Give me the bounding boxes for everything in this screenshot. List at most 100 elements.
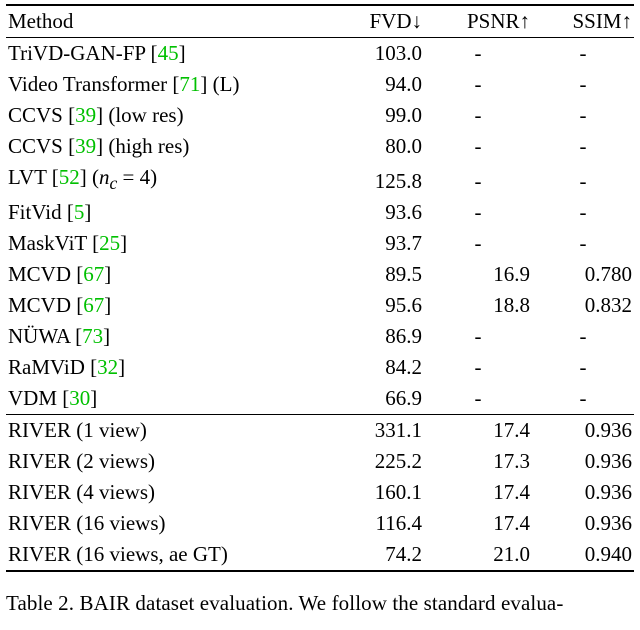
caption-lead: Table 2. xyxy=(6,591,74,615)
method-cell: CCVS [39] (low res) xyxy=(6,100,316,131)
citation-link[interactable]: 5 xyxy=(74,200,85,224)
table-row: RIVER (16 views, ae GT)74.221.00.940 xyxy=(6,539,634,570)
table-cell: 125.8 xyxy=(316,162,424,197)
table-cell: 17.3 xyxy=(424,446,532,477)
table-row: MCVD [67]89.516.90.780 xyxy=(6,259,634,290)
table-cell: - xyxy=(424,38,532,70)
table-row: CCVS [39] (low res)99.0-- xyxy=(6,100,634,131)
table-cell: 17.4 xyxy=(424,415,532,447)
table-row: NÜWA [73]86.9-- xyxy=(6,321,634,352)
table-cell: 103.0 xyxy=(316,38,424,70)
table-cell: 16.9 xyxy=(424,259,532,290)
table-cell: 0.936 xyxy=(532,477,634,508)
table-cell: 94.0 xyxy=(316,69,424,100)
table-cell: 17.4 xyxy=(424,477,532,508)
table-cell: - xyxy=(532,100,634,131)
citation-link[interactable]: 25 xyxy=(99,231,120,255)
method-cell: NÜWA [73] xyxy=(6,321,316,352)
table-row: VDM [30]66.9-- xyxy=(6,383,634,415)
table-cell: 86.9 xyxy=(316,321,424,352)
col-ssim: SSIM↑ xyxy=(532,5,634,38)
method-cell: RIVER (4 views) xyxy=(6,477,316,508)
citation-link[interactable]: 32 xyxy=(97,355,118,379)
method-cell: RIVER (1 view) xyxy=(6,415,316,447)
table-row: RaMViD [32]84.2-- xyxy=(6,352,634,383)
header-row: Method FVD↓ PSNR↑ SSIM↑ xyxy=(6,5,634,38)
table-cell: - xyxy=(532,162,634,197)
table-cell: - xyxy=(424,162,532,197)
table-cell: 331.1 xyxy=(316,415,424,447)
table-cell: 89.5 xyxy=(316,259,424,290)
table-cell: 21.0 xyxy=(424,539,532,570)
table-cell: 84.2 xyxy=(316,352,424,383)
table-row: CCVS [39] (high res)80.0-- xyxy=(6,131,634,162)
table-row: RIVER (1 view)331.117.40.936 xyxy=(6,415,634,447)
table-cell: 95.6 xyxy=(316,290,424,321)
table-cell: - xyxy=(532,131,634,162)
results-table: Method FVD↓ PSNR↑ SSIM↑ TriVD-GAN-FP [45… xyxy=(6,4,634,572)
table-cell: - xyxy=(424,100,532,131)
table-row: RIVER (4 views)160.117.40.936 xyxy=(6,477,634,508)
citation-link[interactable]: 52 xyxy=(59,165,80,189)
table-row: TriVD-GAN-FP [45]103.0-- xyxy=(6,38,634,70)
citation-link[interactable]: 39 xyxy=(75,103,96,127)
col-psnr: PSNR↑ xyxy=(424,5,532,38)
table-cell: 93.7 xyxy=(316,228,424,259)
method-cell: RIVER (16 views) xyxy=(6,508,316,539)
citation-link[interactable]: 39 xyxy=(75,134,96,158)
table-caption: Table 2. BAIR dataset evaluation. We fol… xyxy=(6,590,634,616)
table-cell: - xyxy=(424,197,532,228)
table-cell: - xyxy=(424,69,532,100)
table-cell: 93.6 xyxy=(316,197,424,228)
method-cell: TriVD-GAN-FP [45] xyxy=(6,38,316,70)
method-cell: MCVD [67] xyxy=(6,259,316,290)
method-cell: LVT [52] (nc = 4) xyxy=(6,162,316,197)
table-cell: 0.940 xyxy=(532,539,634,570)
table-cell: 17.4 xyxy=(424,508,532,539)
table-row: MCVD [67]95.618.80.832 xyxy=(6,290,634,321)
citation-link[interactable]: 67 xyxy=(83,262,104,286)
table-cell: - xyxy=(532,38,634,70)
table-cell: 74.2 xyxy=(316,539,424,570)
table-row: FitVid [5]93.6-- xyxy=(6,197,634,228)
table-cell: - xyxy=(532,69,634,100)
table-cell: - xyxy=(532,197,634,228)
method-cell: MCVD [67] xyxy=(6,290,316,321)
table-cell: 66.9 xyxy=(316,383,424,415)
table-row: RIVER (2 views)225.217.30.936 xyxy=(6,446,634,477)
citation-link[interactable]: 67 xyxy=(83,293,104,317)
table-cell: - xyxy=(532,352,634,383)
table-cell: 0.832 xyxy=(532,290,634,321)
table-cell: 0.936 xyxy=(532,415,634,447)
table-cell: - xyxy=(532,321,634,352)
table-cell: 0.936 xyxy=(532,508,634,539)
table-cell: - xyxy=(424,321,532,352)
citation-link[interactable]: 45 xyxy=(158,41,179,65)
method-cell: Video Transformer [71] (L) xyxy=(6,69,316,100)
citation-link[interactable]: 73 xyxy=(82,324,103,348)
method-cell: RIVER (16 views, ae GT) xyxy=(6,539,316,570)
table-row: RIVER (16 views)116.417.40.936 xyxy=(6,508,634,539)
table-cell: - xyxy=(424,131,532,162)
table-cell: 160.1 xyxy=(316,477,424,508)
table-cell: - xyxy=(424,383,532,415)
table-cell: 116.4 xyxy=(316,508,424,539)
table-row: MaskViT [25]93.7-- xyxy=(6,228,634,259)
table-row: LVT [52] (nc = 4)125.8-- xyxy=(6,162,634,197)
caption-text: BAIR dataset evaluation. We follow the s… xyxy=(80,591,564,615)
method-cell: RIVER (2 views) xyxy=(6,446,316,477)
method-cell: VDM [30] xyxy=(6,383,316,415)
table-cell: 0.780 xyxy=(532,259,634,290)
table-cell: 80.0 xyxy=(316,131,424,162)
table-cell: - xyxy=(532,383,634,415)
table-cell: 0.936 xyxy=(532,446,634,477)
citation-link[interactable]: 71 xyxy=(179,72,200,96)
table-cell: 99.0 xyxy=(316,100,424,131)
col-method: Method xyxy=(6,5,316,38)
citation-link[interactable]: 30 xyxy=(69,386,90,410)
method-cell: CCVS [39] (high res) xyxy=(6,131,316,162)
method-cell: RaMViD [32] xyxy=(6,352,316,383)
table-cell: 225.2 xyxy=(316,446,424,477)
method-cell: MaskViT [25] xyxy=(6,228,316,259)
method-cell: FitVid [5] xyxy=(6,197,316,228)
